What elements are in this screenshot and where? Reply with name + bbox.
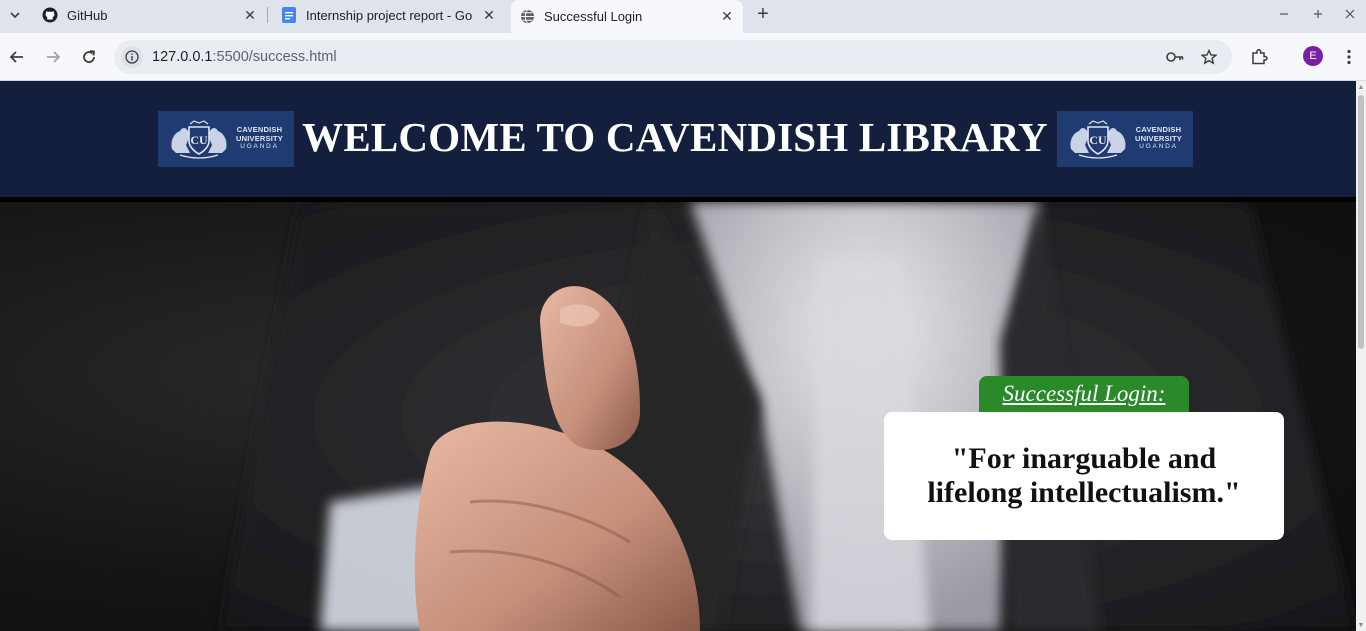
forward-arrow-icon	[47, 51, 61, 63]
url-path: :5500/success.html	[212, 49, 337, 65]
close-icon	[1345, 9, 1355, 19]
plus-icon: +	[757, 2, 769, 25]
motto-quote: "For inarguable and lifelong intellectua…	[927, 442, 1241, 509]
logo-line-2: UNIVERSITY	[1135, 133, 1183, 143]
close-tab-icon[interactable]: ✕	[481, 7, 497, 23]
extensions-button[interactable]	[1247, 45, 1271, 69]
reload-button[interactable]	[77, 45, 101, 69]
logo-line-3: UGANDA	[1139, 143, 1178, 151]
page-scrollbar[interactable]: ▲ ▼	[1356, 81, 1366, 631]
new-tab-button[interactable]: +	[752, 3, 774, 25]
url-text: 127.0.0.1:5500/success.html	[152, 49, 337, 65]
password-key-icon[interactable]	[1166, 48, 1184, 66]
globe-icon	[519, 9, 535, 25]
browser-toolbar: 127.0.0.1:5500/success.html E	[0, 33, 1366, 81]
tab-search-button[interactable]	[4, 4, 26, 26]
success-badge: Successful Login:	[979, 376, 1189, 416]
success-badge-label: Successful Login:	[1002, 381, 1166, 406]
scroll-down-icon[interactable]: ▼	[1357, 621, 1365, 629]
tab-title: Internship project report - Go	[306, 7, 473, 23]
minimize-button[interactable]	[1274, 4, 1294, 24]
quote-card: "For inarguable and lifelong intellectua…	[884, 412, 1284, 540]
close-tab-icon[interactable]: ✕	[242, 7, 258, 23]
tab-title: GitHub	[67, 7, 108, 23]
maximize-icon	[1314, 10, 1322, 18]
url-host: 127.0.0.1	[152, 49, 213, 65]
browser-menu-button[interactable]	[1337, 45, 1361, 69]
svg-text:CU: CU	[1089, 133, 1107, 147]
university-logo-right: CU CAVENDISH UNIVERSITY UGANDA	[1057, 111, 1193, 167]
tab-internship-report[interactable]: Internship project report - Go ✕	[273, 0, 505, 30]
site-header: CU CAVENDISH UNIVERSITY UGANDA WELCOME T…	[0, 81, 1356, 197]
bookmark-star-icon[interactable]	[1200, 48, 1218, 66]
google-docs-icon	[281, 7, 297, 23]
back-arrow-icon	[9, 51, 23, 63]
address-bar[interactable]: 127.0.0.1:5500/success.html	[114, 40, 1232, 74]
profile-avatar[interactable]: E	[1303, 46, 1323, 66]
close-window-button[interactable]	[1340, 4, 1360, 24]
tab-github[interactable]: GitHub ✕	[34, 0, 266, 30]
minimize-icon	[1280, 13, 1288, 15]
scroll-up-icon[interactable]: ▲	[1357, 83, 1365, 91]
back-button[interactable]	[5, 45, 29, 69]
scrollbar-thumb[interactable]	[1358, 95, 1364, 349]
tab-title: Successful Login	[544, 9, 643, 24]
github-icon	[42, 7, 58, 23]
reload-icon	[83, 50, 96, 63]
crest-icon: CU	[1070, 120, 1126, 159]
puzzle-piece-icon	[1252, 48, 1268, 65]
tab-successful-login[interactable]: Successful Login ✕	[511, 0, 743, 33]
maximize-button[interactable]	[1308, 4, 1328, 24]
chevron-down-icon	[10, 12, 20, 19]
site-info-icon[interactable]	[121, 46, 143, 68]
tab-separator	[267, 7, 268, 23]
forward-button[interactable]	[41, 45, 65, 69]
close-tab-icon[interactable]: ✕	[719, 8, 735, 25]
logo-text: CAVENDISH UNIVERSITY UGANDA	[1135, 126, 1182, 152]
more-vertical-icon	[1347, 49, 1351, 65]
page-viewport: CU CAVENDISH UNIVERSITY UGANDA WELCOME T…	[0, 81, 1356, 631]
